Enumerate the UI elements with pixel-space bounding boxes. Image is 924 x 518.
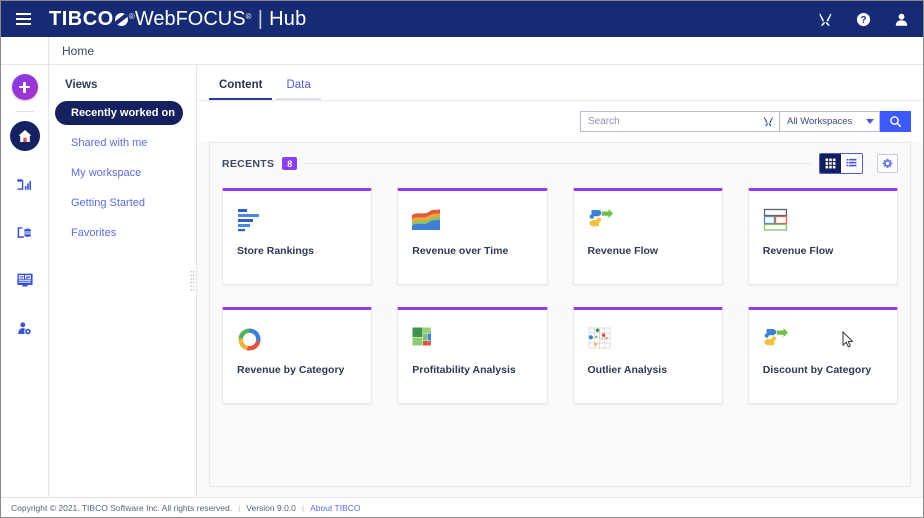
brand-webfocus-text: WebFOCUS bbox=[135, 8, 246, 31]
card-revenue-flow-1[interactable]: Revenue Flow bbox=[573, 188, 723, 285]
footer-separator-1: | bbox=[238, 503, 240, 513]
brand-registered-mark-1: ® bbox=[129, 12, 135, 21]
sidebar-item-charts[interactable] bbox=[10, 169, 40, 199]
page-layout-icon bbox=[763, 205, 797, 235]
recents-panel: RECENTS 8 bbox=[209, 142, 911, 487]
card-store-rankings[interactable]: Store Rankings bbox=[222, 188, 372, 285]
footer-about-link[interactable]: About TIBCO bbox=[310, 503, 360, 513]
recents-settings-button[interactable] bbox=[877, 154, 898, 173]
treemap-icon bbox=[412, 324, 446, 354]
hamburger-menu-icon[interactable] bbox=[11, 7, 35, 31]
search-field-wrapper bbox=[580, 111, 780, 132]
home-icon bbox=[17, 128, 33, 144]
sidebar-item-documents[interactable] bbox=[10, 217, 40, 247]
search-row: All Workspaces bbox=[197, 101, 923, 142]
recents-count-badge: 8 bbox=[282, 157, 297, 170]
puzzle-flow-icon bbox=[588, 205, 622, 235]
footer-separator-2: | bbox=[302, 503, 304, 513]
card-title: Store Rankings bbox=[237, 245, 357, 257]
breadcrumb-home-label[interactable]: Home bbox=[62, 44, 94, 58]
card-title: Revenue by Category bbox=[237, 364, 357, 376]
main-body: Views Recently worked on Shared with me … bbox=[1, 65, 923, 497]
gear-icon bbox=[882, 158, 893, 169]
card-revenue-over-time[interactable]: Revenue over Time bbox=[397, 188, 547, 285]
card-title: Profitability Analysis bbox=[412, 364, 532, 376]
card-title: Revenue Flow bbox=[588, 245, 708, 257]
search-button[interactable] bbox=[880, 111, 911, 132]
brand-tibco-text: TIBCO bbox=[49, 8, 114, 31]
grid-view-button[interactable] bbox=[820, 154, 841, 173]
card-revenue-flow-2[interactable]: Revenue Flow bbox=[748, 188, 898, 285]
footer-bar: Copyright © 2021. TIBCO Software Inc. Al… bbox=[1, 497, 923, 517]
puzzle-flow-icon bbox=[763, 324, 797, 354]
sidebar-item-dashboards[interactable] bbox=[10, 265, 40, 295]
card-title: Revenue over Time bbox=[412, 245, 532, 257]
card-title: Outlier Analysis bbox=[588, 364, 708, 376]
list-view-button[interactable] bbox=[841, 154, 862, 173]
card-profitability-analysis[interactable]: Profitability Analysis bbox=[397, 307, 547, 404]
views-panel: Views Recently worked on Shared with me … bbox=[49, 65, 189, 497]
sidebar-item-shared-with-me[interactable]: Shared with me bbox=[55, 131, 183, 155]
left-icon-rail bbox=[1, 65, 49, 497]
brand-registered-mark-2: ® bbox=[246, 12, 252, 21]
brand-separator: | bbox=[258, 8, 263, 31]
view-mode-toggle-group bbox=[819, 153, 863, 174]
sidebar-item-user-admin[interactable] bbox=[10, 313, 40, 343]
content-area: Content Data bbox=[197, 65, 923, 497]
area-chart-icon bbox=[412, 205, 446, 235]
advanced-search-tools-icon[interactable] bbox=[763, 116, 774, 127]
bar-chart-icon bbox=[237, 205, 271, 235]
chart-folder-icon bbox=[16, 176, 33, 193]
recents-card-grid: Store Rankings Revenue over Ti bbox=[222, 188, 898, 404]
content-tabs: Content Data bbox=[197, 65, 923, 101]
sidebar-item-home[interactable] bbox=[10, 121, 40, 151]
views-panel-title: Views bbox=[49, 79, 189, 101]
footer-version: Version 9.0.0 bbox=[246, 503, 296, 513]
card-discount-by-category[interactable]: Discount by Category bbox=[748, 307, 898, 404]
breadcrumb: Home bbox=[49, 37, 94, 64]
workspace-select[interactable]: All Workspaces bbox=[780, 111, 880, 132]
brand-hub-text: Hub bbox=[269, 8, 306, 31]
search-icon bbox=[889, 115, 902, 128]
sidebar-item-favorites[interactable]: Favorites bbox=[55, 221, 183, 245]
search-controls: All Workspaces bbox=[580, 111, 911, 132]
dashboard-monitor-icon bbox=[16, 271, 34, 289]
sidebar-item-recently-worked-on[interactable]: Recently worked on bbox=[55, 101, 183, 125]
top-bar-actions: ? bbox=[815, 9, 911, 29]
scatter-plot-icon bbox=[588, 324, 622, 354]
sidebar-item-my-workspace[interactable]: My workspace bbox=[55, 161, 183, 185]
search-input[interactable] bbox=[588, 116, 763, 127]
user-settings-icon bbox=[16, 320, 33, 337]
views-list: Recently worked on Shared with me My wor… bbox=[49, 101, 189, 245]
recents-header: RECENTS 8 bbox=[222, 153, 898, 174]
document-folder-icon bbox=[16, 224, 33, 241]
webfocus-hub-window: TIBCO ®WebFOCUS® | Hub ? bbox=[0, 0, 924, 518]
create-new-button[interactable] bbox=[12, 74, 38, 100]
brand-logo: TIBCO ®WebFOCUS® | Hub bbox=[49, 8, 306, 31]
list-view-icon bbox=[846, 158, 857, 169]
card-title: Discount by Category bbox=[763, 364, 883, 376]
grid-view-icon bbox=[825, 158, 836, 169]
recents-divider-rule bbox=[305, 163, 811, 164]
tab-data[interactable]: Data bbox=[276, 77, 320, 100]
chevron-down-icon bbox=[866, 119, 874, 124]
tibco-swirl-icon bbox=[115, 13, 128, 26]
top-app-bar: TIBCO ®WebFOCUS® | Hub ? bbox=[1, 1, 923, 37]
tab-content[interactable]: Content bbox=[209, 77, 272, 100]
card-outlier-analysis[interactable]: Outlier Analysis bbox=[573, 307, 723, 404]
rail-divider bbox=[16, 111, 34, 112]
user-account-icon[interactable] bbox=[891, 9, 911, 29]
help-icon[interactable]: ? bbox=[853, 9, 873, 29]
panel-splitter[interactable] bbox=[189, 65, 197, 497]
card-revenue-by-category[interactable]: Revenue by Category bbox=[222, 307, 372, 404]
recents-title: RECENTS bbox=[222, 158, 274, 170]
svg-text:?: ? bbox=[860, 15, 866, 26]
workspace-select-value: All Workspaces bbox=[787, 116, 852, 127]
splitter-grip-handle[interactable] bbox=[190, 270, 195, 292]
donut-chart-icon bbox=[237, 324, 271, 354]
sidebar-item-getting-started[interactable]: Getting Started bbox=[55, 191, 183, 215]
footer-copyright: Copyright © 2021. TIBCO Software Inc. Al… bbox=[11, 503, 232, 513]
card-title: Revenue Flow bbox=[763, 245, 883, 257]
tools-icon[interactable] bbox=[815, 9, 835, 29]
